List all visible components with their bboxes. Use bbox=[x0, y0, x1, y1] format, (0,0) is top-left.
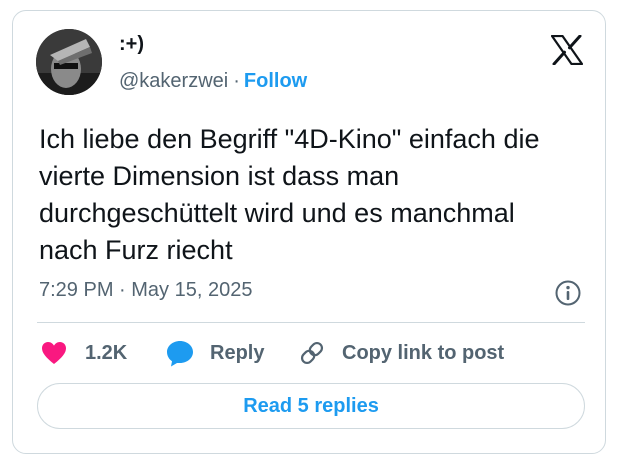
tweet-card: :+) @kakerzwei · Follow Ich liebe den Begr… bbox=[12, 10, 606, 454]
heart-icon bbox=[42, 342, 66, 364]
copy-link-button[interactable]: Copy link to post bbox=[298, 339, 504, 367]
tweet-text: Ich liebe den Begriff "4D-Kino" einfach … bbox=[39, 121, 599, 269]
tweet-text-line: vierte Dimension ist dass man bbox=[39, 161, 400, 191]
tweet-text-line: Ich liebe den Begriff "4D-Kino" einfach … bbox=[39, 124, 540, 154]
like-count: 1.2K bbox=[85, 341, 128, 364]
user-handle[interactable]: @kakerzwei bbox=[119, 70, 228, 92]
avatar[interactable] bbox=[36, 29, 102, 95]
divider bbox=[37, 322, 585, 323]
tweet-timestamp[interactable]: 7:29 PM · May 15, 2025 bbox=[39, 279, 252, 302]
copy-link-label: Copy link to post bbox=[342, 341, 505, 364]
reply-button[interactable]: Reply bbox=[166, 339, 264, 367]
tweet-text-line: nach Furz riecht bbox=[39, 235, 233, 265]
handle-row: @kakerzwei · Follow bbox=[119, 70, 307, 93]
tweet-text-line: durchgeschüttelt wird und es manchmal bbox=[39, 198, 515, 228]
reply-label: Reply bbox=[210, 341, 265, 364]
read-replies-button[interactable]: Read 5 replies bbox=[37, 383, 585, 429]
like-button[interactable]: 1.2K bbox=[41, 339, 127, 367]
separator-dot: · bbox=[233, 70, 240, 92]
display-name[interactable]: :+) bbox=[119, 33, 144, 56]
avatar-image bbox=[36, 29, 102, 95]
speech-bubble-icon bbox=[167, 340, 193, 366]
follow-button[interactable]: Follow bbox=[244, 70, 307, 92]
x-logo-icon[interactable] bbox=[550, 34, 584, 66]
link-icon bbox=[300, 341, 324, 365]
info-icon[interactable] bbox=[554, 279, 582, 307]
